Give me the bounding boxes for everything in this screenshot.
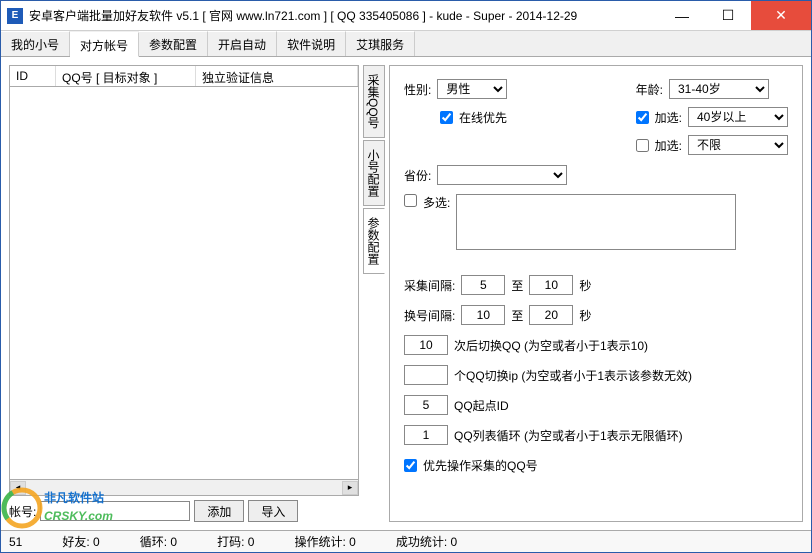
extra2-label: 加选: (655, 137, 682, 154)
status-1: 51 (9, 535, 22, 549)
window-title: 安卓客户端批量加好友软件 v5.1 [ 官网 www.ln721.com ] [… (29, 7, 659, 24)
tab-param-config[interactable]: 参数配置 (139, 31, 208, 56)
vtab-param-config[interactable]: 参数配置 (363, 208, 385, 274)
grid-header: ID QQ号 [ 目标对象 ] 独立验证信息 (9, 65, 359, 87)
tab-auto-start[interactable]: 开启自动 (208, 31, 277, 56)
start-id-desc: QQ起点ID (454, 397, 509, 414)
online-priority-checkbox[interactable] (440, 111, 453, 124)
extra1-label: 加选: (655, 109, 682, 126)
multi-label: 多选: (423, 194, 450, 211)
status-friends: 好友: 0 (62, 533, 99, 550)
online-priority-label: 在线优先 (459, 109, 507, 126)
extra1-select[interactable]: 40岁以上 (688, 107, 788, 127)
vtab-collect-qq[interactable]: 采集QQ号 (363, 65, 385, 138)
switch-to-input[interactable] (529, 305, 573, 325)
minimize-button[interactable]: — (659, 1, 705, 30)
province-label: 省份: (404, 167, 431, 184)
tab-service[interactable]: 艾琪服务 (346, 31, 415, 56)
sec-label-2: 秒 (579, 307, 591, 324)
to-label-1: 至 (511, 277, 523, 294)
tab-target-accounts[interactable]: 对方帐号 (70, 32, 139, 57)
col-id: ID (10, 66, 56, 86)
account-label: 帐号: (9, 503, 36, 520)
province-select[interactable] (437, 165, 567, 185)
switch-ip-input[interactable] (404, 365, 448, 385)
titlebar: E 安卓客户端批量加好友软件 v5.1 [ 官网 www.ln721.com ]… (1, 1, 811, 31)
collect-interval-label: 采集间隔: (404, 277, 455, 294)
close-button[interactable]: ✕ (751, 1, 811, 30)
start-id-input[interactable] (404, 395, 448, 415)
switch-interval-label: 换号间隔: (404, 307, 455, 324)
scroll-right-icon[interactable]: ▸ (342, 481, 358, 495)
sec-label-1: 秒 (579, 277, 591, 294)
tab-my-accounts[interactable]: 我的小号 (1, 31, 70, 56)
priority-collect-checkbox[interactable] (404, 459, 417, 472)
main-tabstrip: 我的小号 对方帐号 参数配置 开启自动 软件说明 艾琪服务 (1, 31, 811, 57)
loop-desc: QQ列表循环 (为空或者小于1表示无限循环) (454, 427, 683, 444)
status-code: 打码: 0 (217, 533, 254, 550)
to-label-2: 至 (511, 307, 523, 324)
switch-count-desc: 次后切换QQ (为空或者小于1表示10) (454, 337, 648, 354)
maximize-button[interactable]: ☐ (705, 1, 751, 30)
import-button[interactable]: 导入 (248, 500, 298, 522)
priority-collect-label: 优先操作采集的QQ号 (423, 457, 538, 474)
add-button[interactable]: 添加 (194, 500, 244, 522)
scroll-left-icon[interactable]: ◂ (10, 481, 26, 495)
extra1-checkbox[interactable] (636, 111, 649, 124)
status-loop: 循环: 0 (140, 533, 177, 550)
multi-textarea[interactable] (456, 194, 736, 250)
collect-from-input[interactable] (461, 275, 505, 295)
grid-body[interactable] (9, 87, 359, 480)
loop-input[interactable] (404, 425, 448, 445)
collect-to-input[interactable] (529, 275, 573, 295)
col-verify: 独立验证信息 (196, 66, 358, 86)
age-select[interactable]: 31-40岁 (669, 79, 769, 99)
status-success: 成功统计: 0 (396, 533, 457, 550)
col-qq: QQ号 [ 目标对象 ] (56, 66, 196, 86)
switch-count-input[interactable] (404, 335, 448, 355)
gender-label: 性别: (404, 81, 431, 98)
app-icon: E (7, 8, 23, 24)
age-label: 年龄: (636, 81, 663, 98)
gender-select[interactable]: 男性 (437, 79, 507, 99)
tab-help[interactable]: 软件说明 (277, 31, 346, 56)
switch-from-input[interactable] (461, 305, 505, 325)
extra2-checkbox[interactable] (636, 139, 649, 152)
statusbar: 51 好友: 0 循环: 0 打码: 0 操作统计: 0 成功统计: 0 (1, 530, 811, 552)
grid-hscroll[interactable]: ◂ ▸ (9, 480, 359, 496)
account-input[interactable] (40, 501, 190, 521)
status-ops: 操作统计: 0 (294, 533, 355, 550)
extra2-select[interactable]: 不限 (688, 135, 788, 155)
vtab-account-config[interactable]: 小号配置 (363, 140, 385, 206)
multi-checkbox[interactable] (404, 194, 417, 207)
switch-ip-desc: 个QQ切换ip (为空或者小于1表示该参数无效) (454, 367, 692, 384)
